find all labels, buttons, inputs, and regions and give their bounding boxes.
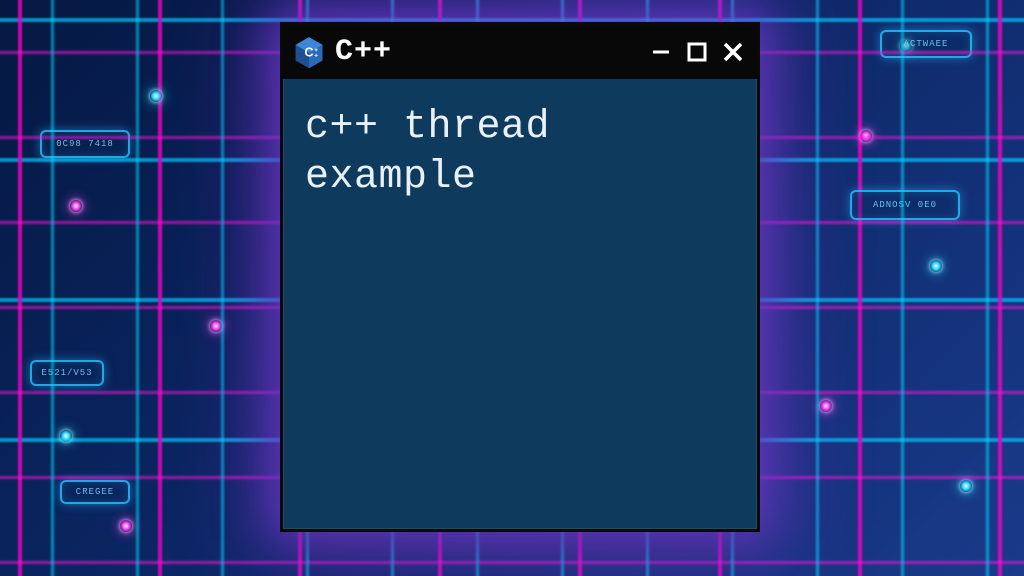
maximize-button[interactable] xyxy=(683,38,711,66)
svg-text:C: C xyxy=(304,44,313,59)
window-title: C++ xyxy=(335,35,639,69)
window-controls xyxy=(647,38,747,66)
close-button[interactable] xyxy=(719,38,747,66)
svg-text:+: + xyxy=(314,53,318,60)
minimize-icon xyxy=(650,41,672,63)
close-icon xyxy=(721,40,745,64)
cpp-logo-icon: C + + xyxy=(291,34,327,70)
titlebar[interactable]: C + + C++ xyxy=(283,25,757,79)
window-content-text: c++ thread example xyxy=(283,79,757,227)
app-window: C + + C++ c++ xyxy=(280,22,760,532)
minimize-button[interactable] xyxy=(647,38,675,66)
maximize-icon xyxy=(686,41,708,63)
